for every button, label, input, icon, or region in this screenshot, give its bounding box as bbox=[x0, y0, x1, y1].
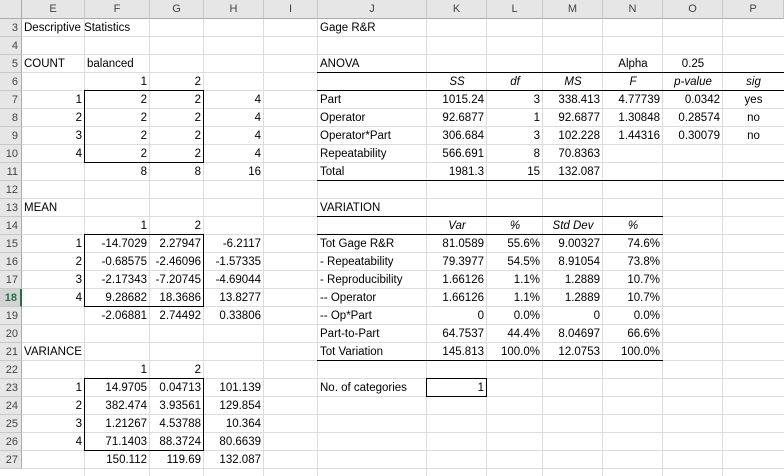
row-header-18[interactable]: 18 bbox=[0, 289, 22, 307]
descriptive-title[interactable]: Descriptive Statistics bbox=[22, 19, 150, 37]
mean-cell[interactable]: 2 bbox=[22, 253, 85, 271]
gage-title[interactable]: Gage R&R bbox=[318, 19, 427, 37]
column-header-p[interactable]: P bbox=[723, 0, 784, 19]
spreadsheet[interactable]: EFGHIJKLMNOP 3 4 5 6 7 8 9 10 11 12 13 14 15 16 17 18 19… bbox=[0, 0, 784, 476]
anova-label[interactable]: ANOVA bbox=[318, 55, 427, 73]
mean-cell[interactable]: -1.57335 bbox=[204, 253, 264, 271]
variation-label[interactable]: VARIATION bbox=[318, 199, 427, 217]
row-header-9[interactable]: 9 bbox=[0, 127, 22, 145]
anova-table-border bbox=[317, 72, 784, 181]
row-header-13[interactable]: 13 bbox=[0, 199, 22, 217]
count-header-cell[interactable]: 1 bbox=[85, 73, 150, 91]
count-label[interactable]: COUNT bbox=[22, 55, 85, 73]
variance-cell[interactable]: 101.139 bbox=[204, 379, 264, 397]
variance-total-cell[interactable]: 119.69 bbox=[150, 451, 204, 469]
variance-total-cell[interactable]: 132.087 bbox=[204, 451, 264, 469]
balanced-label[interactable]: balanced bbox=[85, 55, 150, 73]
count-cell[interactable]: 4 bbox=[204, 109, 264, 127]
row-header-26[interactable]: 26 bbox=[0, 433, 22, 451]
count-total-cell[interactable]: 8 bbox=[85, 163, 150, 181]
row-header-23[interactable]: 23 bbox=[0, 379, 22, 397]
variance-total-cell[interactable]: 150.112 bbox=[85, 451, 150, 469]
variance-cell[interactable]: 10.364 bbox=[204, 415, 264, 433]
column-header-m[interactable]: M bbox=[543, 0, 603, 19]
mean-cell[interactable]: 13.8277 bbox=[204, 289, 264, 307]
mean-cell[interactable]: 1 bbox=[22, 235, 85, 253]
row-header-24[interactable]: 24 bbox=[0, 397, 22, 415]
count-total-cell[interactable]: 16 bbox=[204, 163, 264, 181]
anova-header-rule bbox=[317, 90, 784, 109]
categories-value-border bbox=[426, 378, 487, 397]
variance-table-border bbox=[84, 378, 204, 451]
mean-total-cell[interactable]: -2.06881 bbox=[85, 307, 150, 325]
variation-header-rule bbox=[317, 234, 663, 253]
variance-cell[interactable]: 1 bbox=[22, 379, 85, 397]
row-header-4[interactable]: 4 bbox=[0, 37, 22, 55]
variance-cell[interactable]: 2 bbox=[22, 397, 85, 415]
count-total-cell[interactable]: 8 bbox=[150, 163, 204, 181]
categories-label[interactable]: No. of categories bbox=[318, 379, 427, 397]
count-cell[interactable]: 3 bbox=[22, 127, 85, 145]
variance-header-cell[interactable]: 1 bbox=[85, 361, 150, 379]
column-header-g[interactable]: G bbox=[150, 0, 204, 19]
count-header-cell[interactable]: 2 bbox=[150, 73, 204, 91]
mean-table-border bbox=[84, 234, 204, 307]
column-header-o[interactable]: O bbox=[663, 0, 723, 19]
row-header-22[interactable]: 22 bbox=[0, 361, 22, 379]
variance-cell[interactable]: 4 bbox=[22, 433, 85, 451]
row-header-21[interactable]: 21 bbox=[0, 343, 22, 361]
row-header-16[interactable]: 16 bbox=[0, 253, 22, 271]
row-header-19[interactable]: 19 bbox=[0, 307, 22, 325]
mean-label[interactable]: MEAN bbox=[22, 199, 85, 217]
row-header-5[interactable]: 5 bbox=[0, 55, 22, 73]
mean-cell[interactable]: -6.2117 bbox=[204, 235, 264, 253]
mean-cell[interactable]: 4 bbox=[22, 289, 85, 307]
count-cell[interactable]: 4 bbox=[204, 145, 264, 163]
alpha-label[interactable]: Alpha bbox=[603, 55, 663, 73]
column-header-n[interactable]: N bbox=[603, 0, 663, 19]
variance-header-cell[interactable]: 2 bbox=[150, 361, 204, 379]
variance-cell[interactable]: 129.854 bbox=[204, 397, 264, 415]
row-header-11[interactable]: 11 bbox=[0, 163, 22, 181]
column-header-j[interactable]: J bbox=[318, 0, 427, 19]
row-header-10[interactable]: 10 bbox=[0, 145, 22, 163]
count-table-border bbox=[84, 90, 204, 163]
select-all-corner[interactable] bbox=[0, 0, 22, 19]
row-header-27[interactable]: 27 bbox=[0, 451, 22, 469]
mean-total-cell[interactable]: 2.74492 bbox=[150, 307, 204, 325]
row-header-14[interactable]: 14 bbox=[0, 217, 22, 235]
mean-cell[interactable]: -4.69044 bbox=[204, 271, 264, 289]
count-cell[interactable]: 4 bbox=[204, 91, 264, 109]
row-header-17[interactable]: 17 bbox=[0, 271, 22, 289]
row-header-6[interactable]: 6 bbox=[0, 73, 22, 91]
variance-cell[interactable]: 80.6639 bbox=[204, 433, 264, 451]
column-header-k[interactable]: K bbox=[427, 0, 487, 19]
count-cell[interactable]: 1 bbox=[22, 91, 85, 109]
column-header-f[interactable]: F bbox=[85, 0, 150, 19]
row-header-8[interactable]: 8 bbox=[0, 109, 22, 127]
count-cell[interactable]: 4 bbox=[22, 145, 85, 163]
row-header-15[interactable]: 15 bbox=[0, 235, 22, 253]
mean-total-cell[interactable]: 0.33806 bbox=[204, 307, 264, 325]
row-header-20[interactable]: 20 bbox=[0, 325, 22, 343]
column-header-i[interactable]: I bbox=[264, 0, 318, 19]
row-header-25[interactable]: 25 bbox=[0, 415, 22, 433]
mean-header-cell[interactable]: 2 bbox=[150, 217, 204, 235]
mean-cell[interactable]: 3 bbox=[22, 271, 85, 289]
variance-label[interactable]: VARIANCE bbox=[22, 343, 85, 361]
row-header-3[interactable]: 3 bbox=[0, 19, 22, 37]
column-header-e[interactable]: E bbox=[22, 0, 85, 19]
row-header-12[interactable]: 12 bbox=[0, 181, 22, 199]
count-cell[interactable]: 2 bbox=[22, 109, 85, 127]
alpha-value[interactable]: 0.25 bbox=[663, 55, 723, 73]
row-header-7[interactable]: 7 bbox=[0, 91, 22, 109]
column-header-l[interactable]: L bbox=[487, 0, 543, 19]
column-header-h[interactable]: H bbox=[204, 0, 264, 19]
mean-header-cell[interactable]: 1 bbox=[85, 217, 150, 235]
count-cell[interactable]: 4 bbox=[204, 127, 264, 145]
variance-cell[interactable]: 3 bbox=[22, 415, 85, 433]
